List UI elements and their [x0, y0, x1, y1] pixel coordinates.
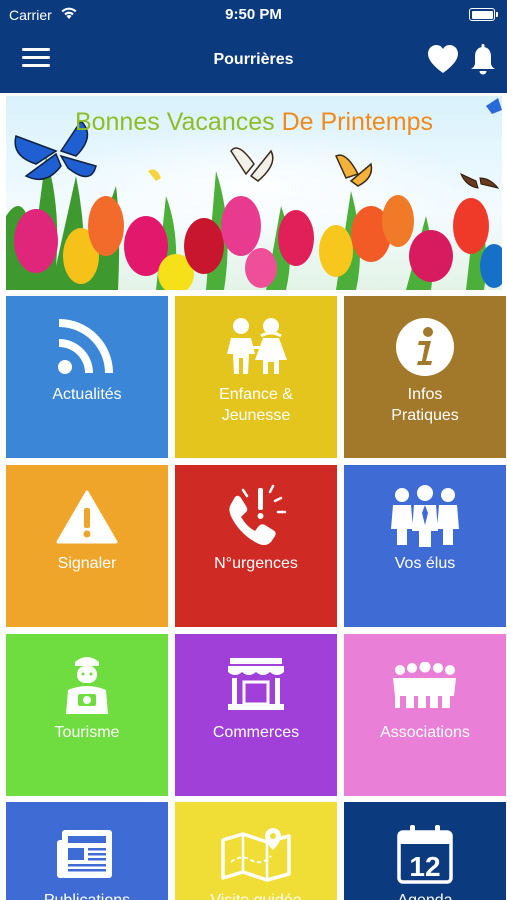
tourist-icon: [66, 657, 108, 714]
tile-tourisme[interactable]: Tourisme: [6, 634, 168, 796]
clock: 9:50 PM: [225, 6, 282, 23]
battery-icon: [469, 8, 498, 21]
tile-commerces[interactable]: Commerces: [175, 634, 337, 796]
tile-label: Commerces: [212, 724, 300, 741]
newspaper-icon: [57, 830, 112, 878]
tile-label: Vos élus: [394, 555, 456, 572]
elected-officials-icon: [391, 485, 459, 547]
children-icon: [227, 318, 287, 374]
warning-icon: [56, 490, 118, 544]
map-icon: [221, 828, 291, 882]
tile-label: Tourisme: [54, 724, 120, 741]
emergency-phone-icon: [229, 484, 287, 545]
calendar-day-number: 12: [409, 851, 440, 882]
top-bar: Carrier 9:50 PM Pourrières: [0, 0, 507, 93]
tile-label: Enfance & Jeunesse: [219, 386, 293, 424]
tile-agenda[interactable]: 12 Agenda: [344, 802, 506, 900]
tile-associations[interactable]: Associations: [344, 634, 506, 796]
bell-icon[interactable]: [470, 44, 496, 76]
tile-label: Publications: [6, 890, 168, 900]
rss-icon: [58, 319, 113, 374]
tile-urgences[interactable]: N°urgences: [175, 465, 337, 627]
tile-label: Associations: [380, 724, 470, 741]
promo-banner[interactable]: Bonnes Vacances De Printemps: [6, 96, 502, 290]
shop-icon: [228, 658, 284, 710]
tile-label: Actualités: [52, 386, 122, 403]
tile-vos-elus[interactable]: Vos élus: [344, 465, 506, 627]
tile-actualites[interactable]: Actualités: [6, 296, 168, 458]
tile-visite-guidee[interactable]: Visite guidée: [175, 802, 337, 900]
tile-label: Agenda: [344, 890, 506, 900]
calendar-icon: 12: [397, 825, 453, 884]
tile-publications[interactable]: Publications: [6, 802, 168, 900]
tile-label: Visite guidée: [175, 890, 337, 900]
info-icon: [396, 318, 454, 376]
tile-label: Infos Pratiques: [391, 386, 459, 424]
tile-enfance-jeunesse[interactable]: Enfance & Jeunesse: [175, 296, 337, 458]
banner-title: Bonnes Vacances De Printemps: [74, 108, 434, 136]
tile-infos-pratiques[interactable]: Infos Pratiques: [344, 296, 506, 458]
heart-icon[interactable]: [427, 44, 459, 74]
tile-label: N°urgences: [214, 555, 298, 572]
tile-label: Signaler: [57, 555, 117, 572]
people-group-icon: [393, 662, 456, 708]
tile-signaler[interactable]: Signaler: [6, 465, 168, 627]
status-bar: Carrier 9:50 PM: [0, 0, 507, 30]
